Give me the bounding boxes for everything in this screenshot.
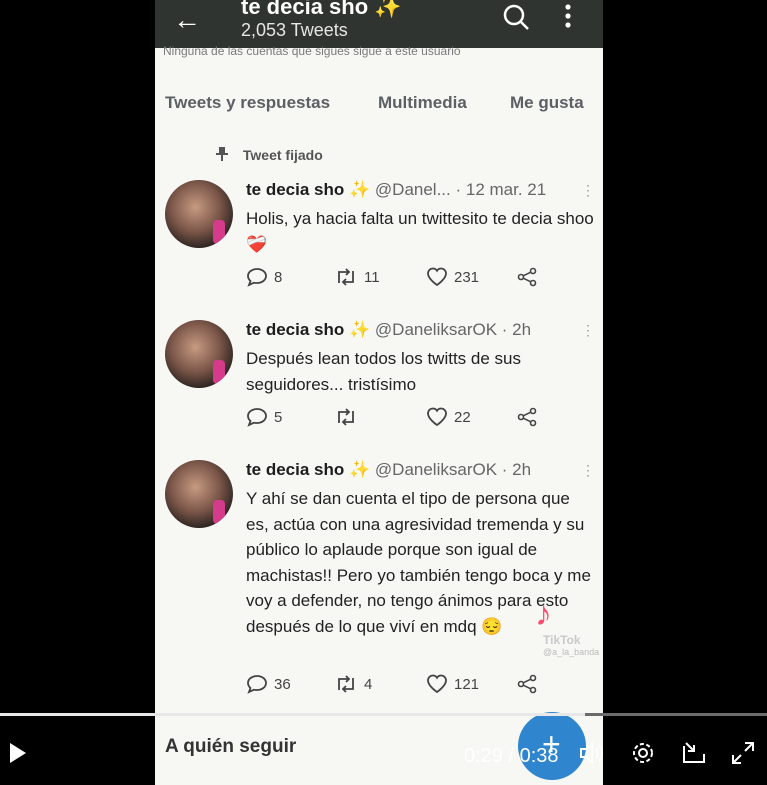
tiktok-user: @a_la_banda	[543, 647, 600, 657]
profile-header-bar: ← te decia sho ✨ 2,053 Tweets	[155, 0, 603, 48]
pinned-label: Tweet fijado	[215, 146, 323, 163]
not-followed-note: Ninguna de las cuentas que sigues sigue …	[163, 44, 461, 58]
heart-emoji: ❤️‍🩹	[246, 234, 268, 254]
tweet-author-name: te decia sho	[246, 320, 345, 339]
avatar[interactable]	[165, 180, 233, 248]
pip-icon[interactable]	[680, 740, 708, 771]
share-button[interactable]	[516, 407, 538, 427]
tweet-author-name: te decia sho	[246, 180, 345, 199]
tweet-handle: @DaneliksarOK	[374, 320, 498, 339]
duration: 0:38	[519, 745, 559, 767]
retweet-icon	[334, 674, 358, 694]
profile-tabs: Tweets y respuestas Multimedia Me gusta	[165, 93, 603, 117]
sparkle-emoji: ✨	[349, 180, 371, 199]
share-button[interactable]	[516, 674, 538, 694]
tweet-time: · 2h	[501, 320, 532, 339]
tweet-actions: 36 4 121	[246, 674, 566, 698]
video-controls: 0:29 / 0:38	[0, 716, 767, 785]
settings-icon[interactable]	[630, 740, 656, 771]
pin-icon	[215, 147, 233, 163]
retweet-icon	[334, 267, 358, 287]
time-separator: /	[502, 745, 520, 767]
tweet-menu-icon[interactable]: ⋮	[581, 462, 595, 479]
tab-tweets-replies[interactable]: Tweets y respuestas	[165, 93, 330, 113]
like-count: 22	[454, 408, 471, 426]
share-icon	[516, 407, 538, 427]
tiktok-brand: TikTok	[543, 633, 581, 647]
reply-button[interactable]: 36	[246, 674, 291, 694]
reply-count: 8	[274, 268, 283, 286]
sparkle-emoji: ✨	[374, 0, 402, 19]
tweet-time: · 2h	[501, 460, 532, 479]
tab-likes[interactable]: Me gusta	[510, 93, 584, 113]
like-count: 121	[454, 675, 480, 693]
tiktok-watermark: ♪ TikTok @a_la_banda	[535, 595, 603, 657]
reply-icon	[246, 267, 268, 287]
tweet-handle: @DaneliksarOK	[374, 460, 498, 479]
twitter-profile-video-frame: ← te decia sho ✨ 2,053 Tweets Ninguna de…	[155, 0, 603, 785]
tweet-author-name: te decia sho	[246, 460, 345, 479]
retweet-button[interactable]	[334, 407, 364, 427]
retweet-count: 11	[364, 268, 380, 286]
tweet-actions: 8 11 231	[246, 267, 566, 291]
profile-name: te decia sho	[241, 0, 369, 19]
tab-media[interactable]: Multimedia	[378, 93, 467, 113]
share-button[interactable]	[516, 267, 538, 287]
sparkle-emoji: ✨	[349, 320, 371, 339]
like-icon	[426, 267, 448, 287]
like-button[interactable]: 231	[426, 267, 479, 287]
profile-title: te decia sho ✨	[241, 0, 402, 20]
avatar[interactable]	[165, 460, 233, 528]
tweet-time: · 12 mar. 21	[455, 180, 547, 199]
tweet-header: te decia sho ✨ @Danel... · 12 mar. 21	[246, 180, 546, 200]
retweet-count: 4	[364, 675, 373, 693]
tweet-text: Después lean todos los twitts de sus seg…	[246, 346, 601, 397]
like-icon	[426, 407, 448, 427]
sparkle-emoji: ✨	[349, 460, 371, 479]
more-vertical-icon[interactable]	[563, 2, 573, 37]
play-icon[interactable]	[4, 740, 30, 771]
tweet-text: Holis, ya hacia falta un twittesito te d…	[246, 206, 601, 257]
avatar[interactable]	[165, 320, 233, 388]
reply-icon	[246, 674, 268, 694]
pinned-text: Tweet fijado	[242, 147, 323, 163]
like-count: 231	[454, 268, 480, 286]
reply-count: 5	[274, 408, 283, 426]
back-arrow-icon[interactable]: ←	[173, 4, 201, 36]
reply-icon	[246, 407, 268, 427]
tweet-menu-icon[interactable]: ⋮	[581, 182, 595, 199]
tweet-body: Holis, ya hacia falta un twittesito te d…	[246, 209, 594, 228]
search-icon[interactable]	[501, 2, 531, 37]
tweet-handle: @Danel...	[374, 180, 451, 199]
retweet-icon	[334, 407, 358, 427]
volume-icon[interactable]	[578, 740, 606, 771]
tweet-header: te decia sho ✨ @DaneliksarOK · 2h	[246, 320, 531, 340]
tweet-body: Después lean todos los twitts de sus seg…	[246, 349, 521, 394]
tweet-header: te decia sho ✨ @DaneliksarOK · 2h	[246, 460, 531, 480]
tweet-actions: 5 22	[246, 407, 566, 431]
like-button[interactable]: 22	[426, 407, 471, 427]
fullscreen-icon[interactable]	[730, 740, 756, 771]
video-timecode: 0:29 / 0:38	[464, 745, 559, 768]
tweet-menu-icon[interactable]: ⋮	[581, 322, 595, 339]
current-time: 0:29	[464, 745, 503, 767]
share-icon	[516, 674, 538, 694]
tweet-count: 2,053 Tweets	[241, 20, 348, 40]
tiktok-logo-icon: ♪	[535, 595, 552, 633]
pensive-emoji: 😔	[481, 616, 503, 636]
like-icon	[426, 674, 448, 694]
reply-button[interactable]: 8	[246, 267, 282, 287]
like-button[interactable]: 121	[426, 674, 479, 694]
share-icon	[516, 267, 538, 287]
reply-button[interactable]: 5	[246, 407, 282, 427]
retweet-button[interactable]: 11	[334, 267, 380, 287]
retweet-button[interactable]: 4	[334, 674, 372, 694]
reply-count: 36	[274, 675, 291, 693]
